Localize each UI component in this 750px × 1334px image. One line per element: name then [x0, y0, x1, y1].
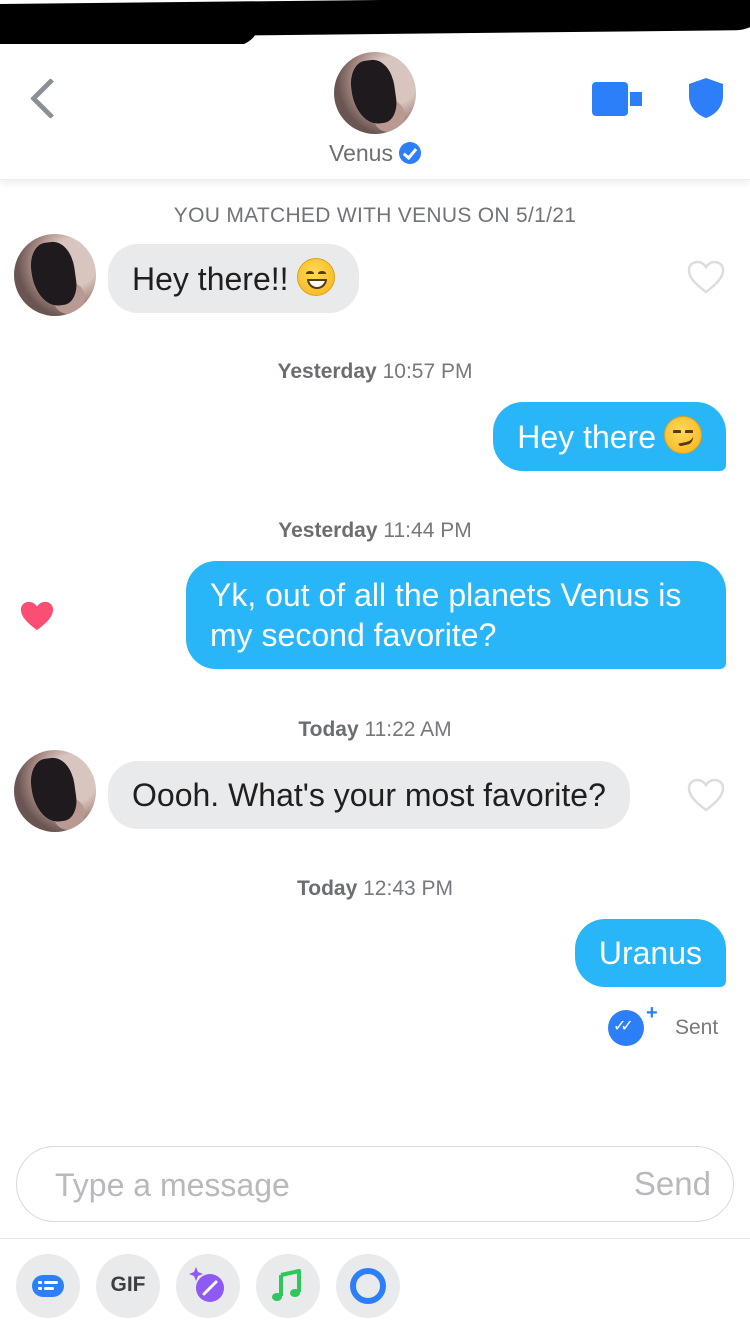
video-icon-body: [592, 82, 628, 116]
timestamp: Today 11:22 AM: [0, 718, 750, 742]
heart-icon[interactable]: [686, 259, 726, 295]
video-call-icon[interactable]: [592, 82, 646, 116]
avatar-photo-part: [27, 755, 79, 825]
quick-replies-icon: [32, 1275, 64, 1297]
music-button[interactable]: [256, 1254, 320, 1318]
safety-shield-icon[interactable]: [686, 76, 726, 120]
heart-icon[interactable]: [686, 777, 726, 813]
gif-button[interactable]: GIF: [96, 1254, 160, 1318]
message-text: Hey there: [517, 419, 656, 455]
avatar[interactable]: [14, 750, 96, 832]
incoming-message-bubble[interactable]: Hey there!!: [108, 244, 359, 313]
timestamp: Yesterday 11:44 PM: [0, 519, 750, 543]
sparkle-icon: [189, 1267, 224, 1302]
ring-icon: [350, 1268, 386, 1304]
music-icon: [272, 1269, 301, 1301]
contact-name-row[interactable]: Venus: [0, 140, 750, 167]
verified-badge-icon: [398, 142, 421, 164]
timestamp-time: 11:44 PM: [383, 519, 472, 542]
redaction-mark: [0, 20, 260, 44]
heart-icon[interactable]: [18, 599, 56, 633]
message-text: Oooh. What's your most favorite?: [132, 777, 606, 813]
quick-replies-button[interactable]: [16, 1254, 80, 1318]
timestamp: Today 12:43 PM: [0, 877, 750, 901]
outgoing-message-bubble[interactable]: Hey there: [493, 402, 726, 471]
video-icon-lens: [630, 92, 642, 106]
divider: [0, 1238, 750, 1239]
grinning-emoji-icon: [296, 258, 335, 296]
match-banner: YOU MATCHED WITH VENUS ON 5/1/21: [173, 204, 577, 227]
contact-name: Venus: [329, 140, 393, 166]
message-input[interactable]: [55, 1159, 575, 1211]
outgoing-message-bubble[interactable]: Yk, out of all the planets Venus is my s…: [186, 561, 726, 669]
sent-status: Sent: [675, 1016, 719, 1039]
send-button[interactable]: Send: [634, 1165, 711, 1203]
sparkle-button[interactable]: [176, 1254, 240, 1318]
read-receipt: + Sent: [608, 1002, 728, 1048]
chat-header: Venus: [0, 44, 750, 180]
read-receipt-icon[interactable]: [608, 1010, 644, 1046]
outgoing-message-bubble[interactable]: Uranus: [574, 919, 726, 987]
receipt-plus[interactable]: +: [646, 1002, 658, 1025]
avatar[interactable]: [14, 234, 96, 316]
redacted-status-bar: [0, 0, 750, 44]
message-text: Uranus: [598, 935, 702, 971]
ring-button[interactable]: [336, 1254, 400, 1318]
gif-label: GIF: [110, 1273, 146, 1296]
timestamp-time: 11:22 AM: [364, 718, 452, 741]
smirking-emoji-icon: [664, 416, 702, 454]
timestamp-day: Today: [298, 718, 359, 741]
message-text: Yk, out of all the planets Venus is my s…: [210, 577, 682, 653]
avatar-photo-part: [347, 57, 399, 127]
timestamp-day: Yesterday: [278, 519, 378, 542]
message-composer: Send: [16, 1146, 734, 1222]
back-chevron-icon[interactable]: [22, 72, 66, 128]
timestamp-time: 12:43 PM: [363, 877, 454, 900]
timestamp-time: 10:57 PM: [382, 360, 473, 383]
message-text: Hey there!!: [132, 261, 289, 297]
incoming-message-bubble[interactable]: Oooh. What's your most favorite?: [108, 761, 630, 829]
avatar[interactable]: [334, 52, 416, 134]
timestamp: Yesterday 10:57 PM: [0, 360, 750, 384]
timestamp-day: Yesterday: [277, 360, 377, 383]
timestamp-day: Today: [296, 877, 358, 900]
avatar-photo-part: [27, 239, 79, 309]
